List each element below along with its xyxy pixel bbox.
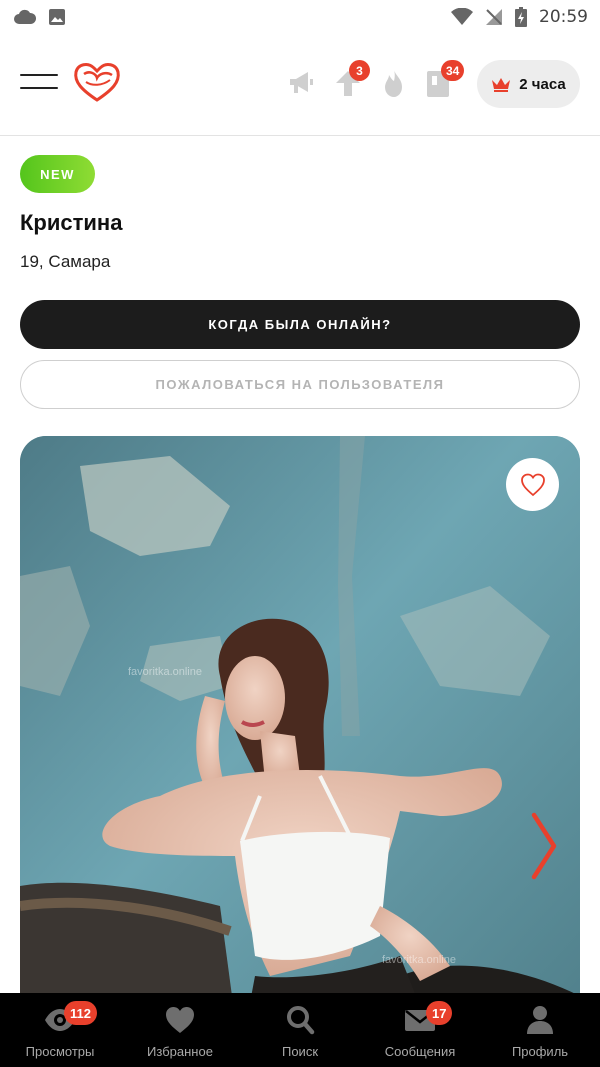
- nav-views-label: Просмотры: [25, 1044, 95, 1059]
- boost-badge: 3: [349, 60, 370, 81]
- premium-time-label: 2 часа: [519, 75, 566, 93]
- status-bar-right: 20:59: [451, 7, 588, 27]
- search-icon: [287, 1006, 315, 1035]
- watermark-top: favoritka.online: [128, 666, 202, 678]
- nav-favorites[interactable]: Избранное: [120, 993, 240, 1067]
- new-user-badge: NEW: [20, 155, 95, 193]
- nav-messages[interactable]: 17 Сообщения: [360, 993, 480, 1067]
- nav-favorites-label: Избранное: [147, 1044, 213, 1059]
- heart-icon: [166, 1007, 194, 1033]
- hamburger-icon[interactable]: [20, 74, 58, 94]
- nav-profile[interactable]: Профиль: [480, 993, 600, 1067]
- watermark-bottom: favoritka.online: [382, 954, 456, 966]
- megaphone-icon[interactable]: [288, 68, 316, 98]
- report-user-button[interactable]: ПОЖАЛОВАТЬСЯ НА ПОЛЬЗОВАТЕЛЯ: [20, 360, 580, 409]
- fire-icon[interactable]: [380, 68, 408, 98]
- chevron-right-icon[interactable]: [528, 811, 560, 881]
- heart-outline-icon: [520, 473, 545, 496]
- heart-logo-icon[interactable]: [72, 60, 122, 104]
- last-online-button[interactable]: КОГДА БЫЛА ОНЛАЙН?: [20, 300, 580, 349]
- status-bar: 20:59: [0, 0, 600, 34]
- nav-search[interactable]: Поиск: [240, 993, 360, 1067]
- no-sim-icon: [486, 9, 502, 25]
- user-icon: [527, 1006, 553, 1034]
- premium-status-button[interactable]: 2 часа: [477, 60, 580, 108]
- profile-photo-image: [20, 436, 580, 1056]
- status-bar-left: [14, 8, 66, 26]
- bottom-navigation: 112 Просмотры Избранное Поиск 17 Сообщен…: [0, 993, 600, 1067]
- app-header: 3 34 2 часа: [0, 34, 600, 136]
- wifi-icon: [451, 8, 473, 25]
- nav-messages-label: Сообщения: [384, 1044, 456, 1059]
- nav-profile-label: Профиль: [511, 1044, 569, 1059]
- profile-name: Кристина: [20, 210, 123, 235]
- nav-views[interactable]: 112 Просмотры: [0, 993, 120, 1067]
- crown-icon: [492, 78, 511, 92]
- messages-badge: 17: [426, 1001, 453, 1025]
- profile-photo[interactable]: favoritka.online favoritka.online: [20, 436, 580, 1056]
- cloud-icon: [14, 9, 36, 24]
- battery-charging-icon: [515, 7, 527, 27]
- nav-search-label: Поиск: [281, 1044, 319, 1059]
- views-badge: 112: [64, 1001, 97, 1025]
- guest-book-badge: 34: [441, 60, 465, 81]
- clock: 20:59: [539, 7, 588, 27]
- image-icon: [49, 9, 65, 25]
- like-button[interactable]: [506, 458, 559, 511]
- profile-age-city: 19, Самара: [20, 252, 111, 271]
